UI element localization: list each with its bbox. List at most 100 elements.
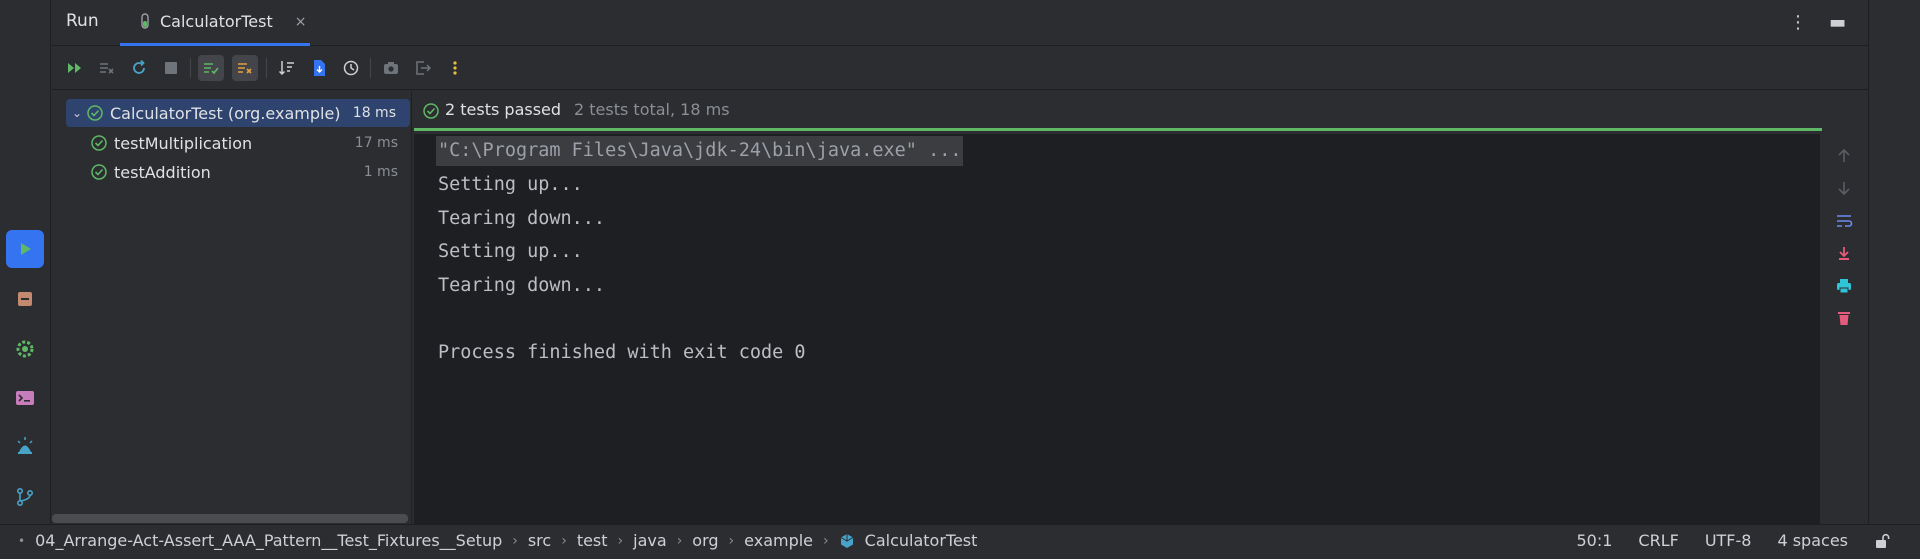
check-circle-icon [91,135,107,151]
settings-tool-button[interactable] [6,330,44,368]
console-line: Process finished with exit code 0 [438,342,806,363]
scroll-to-end-button[interactable] [1834,244,1854,264]
test-tree: ⌄ CalculatorTest (org.example) 18 ms tes… [52,91,412,523]
show-ignored-button[interactable] [232,55,258,81]
chevron-right-icon: › [676,532,683,549]
stop-icon [165,62,177,74]
run-tab-bar: Run CalculatorTest × ⋮ ▬ [52,0,1868,46]
arrow-up-icon [1838,148,1850,162]
run-tool-button[interactable] [6,230,44,268]
console-line: Setting up... [438,174,583,195]
breadcrumb-item[interactable]: 04_Arrange-Act-Assert_AAA_Pattern__Test_… [35,531,502,550]
tree-item-label: testMultiplication [114,133,253,153]
breadcrumb-item[interactable]: java [633,531,667,550]
tree-item-duration: 18 ms [352,105,396,121]
terminal-icon [16,391,34,405]
show-passed-button[interactable] [198,55,224,81]
minimize-icon[interactable]: ▬ [1829,12,1846,33]
tree-item-root[interactable]: ⌄ CalculatorTest (org.example) 18 ms [66,99,410,127]
print-button[interactable] [1834,276,1854,296]
toolbar-separator [370,58,371,78]
scroll-to-end-icon [1839,247,1849,260]
soft-wrap-icon [1837,215,1853,227]
history-button[interactable] [338,55,364,81]
soft-wrap-button[interactable] [1834,211,1854,231]
console-output[interactable]: "C:\Program Files\Java\jdk-24\bin\java.e… [414,134,1820,524]
tab-label: CalculatorTest [160,12,273,31]
toggle-auto-test-button[interactable] [126,55,152,81]
bullet-icon: • [18,533,26,548]
console-line: Tearing down... [438,208,606,229]
trash-icon [1838,312,1850,325]
run-panel-title: Run [66,11,99,31]
services-icon [18,292,32,306]
rerun-button[interactable] [62,55,88,81]
screenshot-button[interactable] [378,55,404,81]
problems-tool-button[interactable] [6,428,44,466]
check-circle-icon [91,164,107,180]
breadcrumb-item[interactable]: test [577,531,608,550]
tree-item-label: testAddition [114,162,211,182]
next-occurrence-button[interactable] [1834,178,1854,198]
tree-item-test[interactable]: testMultiplication 17 ms [90,129,412,157]
tree-item-duration: 1 ms [363,164,398,180]
import-icon [314,60,325,76]
sort-icon [278,61,294,76]
horizontal-scrollbar[interactable] [52,514,408,523]
tree-item-test[interactable]: testAddition 1 ms [90,158,412,186]
export-button[interactable] [410,55,436,81]
git-tool-button[interactable] [6,478,44,516]
chevron-down-icon[interactable]: ⌄ [66,106,86,120]
breadcrumb: • 04_Arrange-Act-Assert_AAA_Pattern__Tes… [18,531,977,550]
chevron-right-icon: › [512,532,518,549]
close-icon[interactable]: × [295,14,307,30]
test-tube-icon [141,12,149,29]
tab-calculator-test[interactable]: CalculatorTest × [120,0,310,46]
run-toolbar [52,47,1868,90]
chevron-right-icon: › [561,532,567,549]
printer-icon [1837,279,1851,294]
test-status-header: 2 tests passed 2 tests total, 18 ms [414,91,1822,131]
toolbar-separator [266,58,267,78]
double-play-icon [68,63,81,73]
line-separator[interactable]: CRLF [1638,531,1678,550]
right-tool-strip [1868,0,1920,524]
terminal-tool-button[interactable] [6,379,44,417]
import-tests-button[interactable] [306,55,332,81]
clear-all-button[interactable] [1834,308,1854,328]
breadcrumb-item[interactable]: CalculatorTest [865,531,978,550]
check-circle-icon [87,105,103,121]
more-options-icon[interactable]: ⋮ [1789,12,1807,33]
lock-open-icon[interactable] [1874,533,1890,549]
tests-passed-label: 2 tests passed [445,100,562,119]
more-vertical-icon [453,61,457,75]
tree-item-duration: 17 ms [354,135,398,151]
camera-icon [384,62,398,74]
previous-occurrence-button[interactable] [1834,146,1854,166]
chevron-right-icon: › [617,532,624,549]
tree-item-label: CalculatorTest (org.example) [110,103,341,123]
chevron-right-icon: › [728,532,735,549]
sort-button[interactable] [274,55,300,81]
class-icon [840,533,853,548]
breadcrumb-item[interactable]: org [692,531,718,550]
file-encoding[interactable]: UTF-8 [1705,531,1752,550]
breadcrumb-item[interactable]: src [528,531,551,550]
gear-icon [16,340,34,358]
run-icon [21,243,31,255]
more-actions-button[interactable] [442,55,468,81]
services-tool-button[interactable] [6,280,44,318]
console-line: Setting up... [438,241,583,262]
caret-position[interactable]: 50:1 [1576,531,1612,550]
breadcrumb-item[interactable]: example [744,531,813,550]
status-bar: • 04_Arrange-Act-Assert_AAA_Pattern__Tes… [0,524,1920,559]
stop-button[interactable] [158,55,184,81]
console-command-line[interactable]: "C:\Program Files\Java\jdk-24\bin\java.e… [436,136,964,166]
git-branch-icon [16,487,34,507]
indent-setting[interactable]: 4 spaces [1777,531,1848,550]
rerun-failed-icon [100,63,114,74]
console-line: Tearing down... [438,275,606,296]
export-icon [416,61,432,75]
chevron-right-icon: › [823,532,829,549]
rerun-failed-button[interactable] [94,55,120,81]
